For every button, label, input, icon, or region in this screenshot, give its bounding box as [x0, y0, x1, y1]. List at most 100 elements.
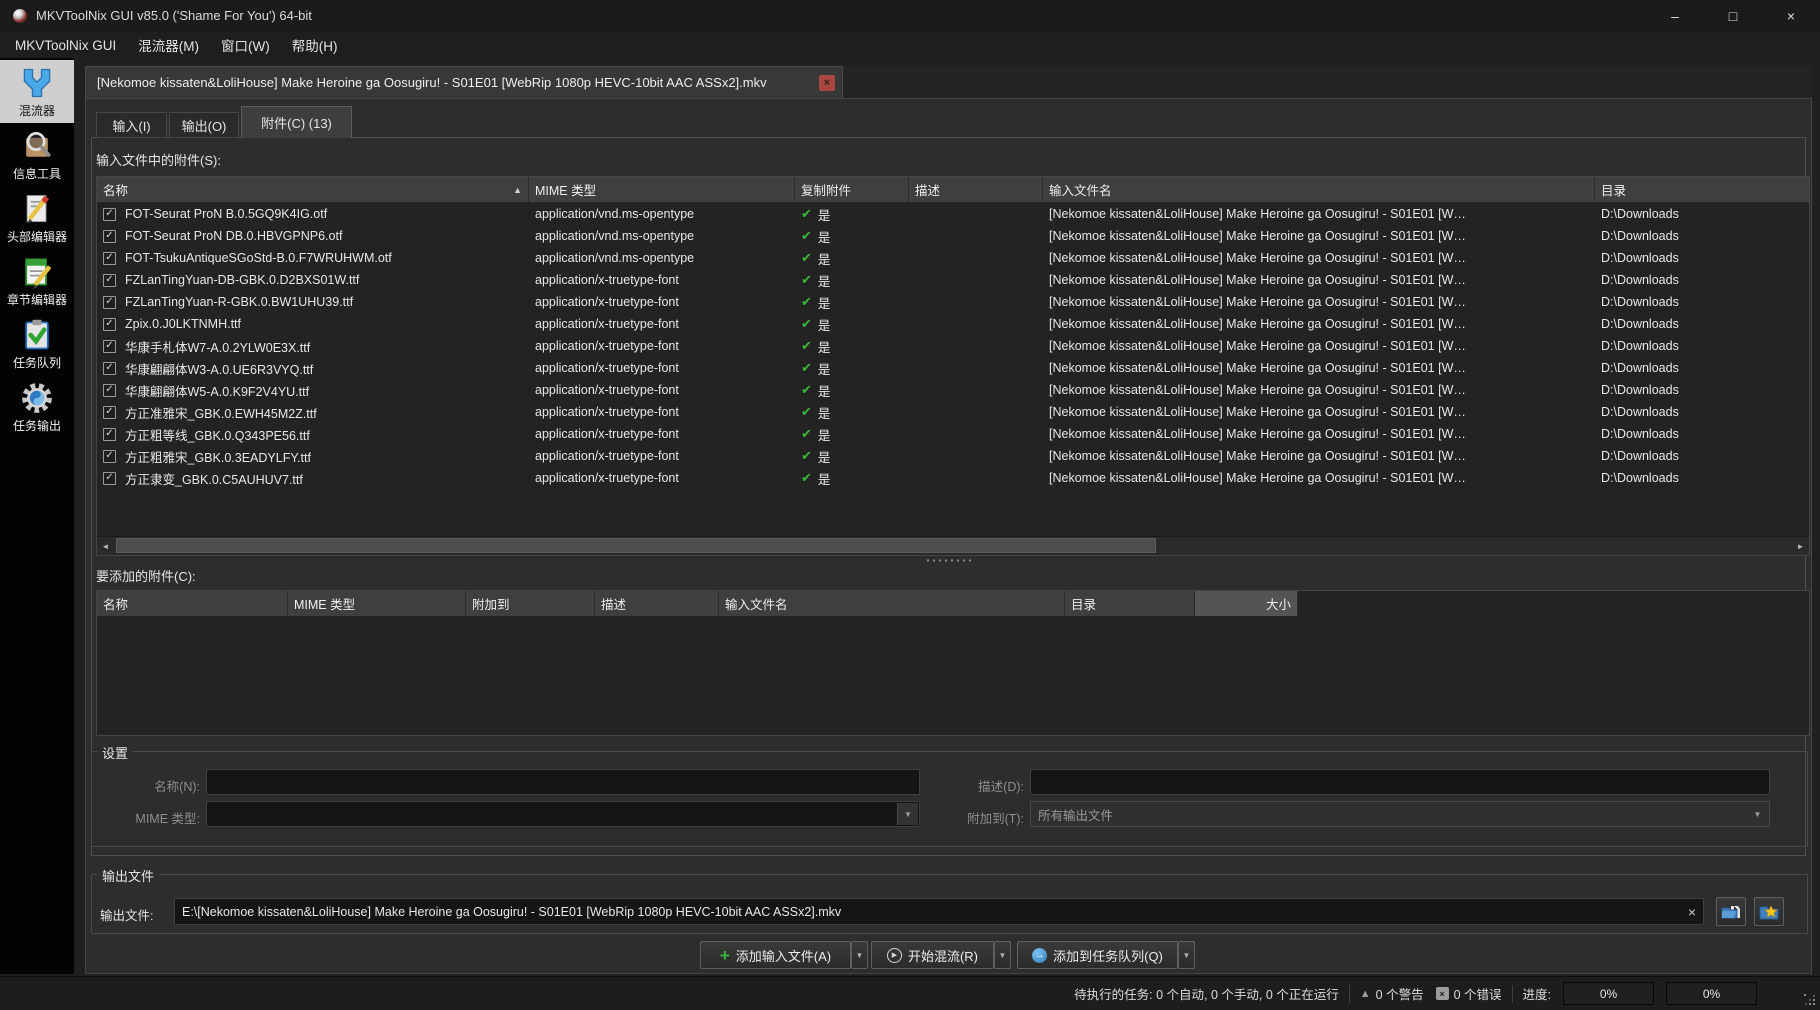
attachment-mime: application/x-truetype-font — [529, 445, 795, 467]
attachment-row[interactable]: ✓方正粗雅宋_GBK.0.3EADYLFY.ttf application/x-… — [97, 445, 1809, 467]
checkbox-checked[interactable]: ✓ — [103, 252, 116, 265]
dropdown-arrow-icon[interactable]: ▼ — [897, 803, 918, 825]
header-directory[interactable]: 目录 — [1065, 591, 1195, 617]
checkbox-checked[interactable]: ✓ — [103, 384, 116, 397]
start-multiplexing-button[interactable]: ▶ 开始混流(R) — [871, 941, 994, 969]
checkbox-checked[interactable]: ✓ — [103, 450, 116, 463]
header-description[interactable]: 描述 — [909, 177, 1043, 203]
green-check-icon: ✔ — [801, 470, 812, 486]
attachment-row[interactable]: ✓方正准雅宋_GBK.0.EWH45M2Z.ttf application/x-… — [97, 401, 1809, 423]
add-source-files-button[interactable]: + 添加输入文件(A) — [700, 941, 851, 969]
check-icon: ✓ — [105, 451, 113, 461]
checkbox-checked[interactable]: ✓ — [103, 362, 116, 375]
maximize-button[interactable]: □ — [1704, 0, 1762, 32]
mime-combobox[interactable]: ▼ — [206, 801, 920, 827]
attachment-row[interactable]: ✓华康手札体W7-A.0.2YLW0E3X.ttf application/x-… — [97, 335, 1809, 357]
menu-help[interactable]: 帮助(H) — [281, 32, 349, 58]
settings-group-title: 设置 — [97, 743, 133, 762]
sort-asc-icon: ▲ — [513, 185, 522, 195]
header-mime-type[interactable]: MIME 类型 — [529, 177, 795, 203]
browse-output-button[interactable] — [1716, 897, 1746, 926]
header-mime-type[interactable]: MIME 类型 — [288, 591, 466, 617]
close-button[interactable]: × — [1762, 0, 1820, 32]
page-pencil-icon — [19, 191, 55, 227]
file-tab[interactable]: [Nekomoe kissaten&LoliHouse] Make Heroin… — [85, 66, 843, 98]
attachment-description — [909, 467, 1043, 489]
progress-bar-total: 0% — [1666, 982, 1757, 1005]
checkbox-checked[interactable]: ✓ — [103, 230, 116, 243]
separator — [1349, 985, 1350, 1003]
checkbox-checked[interactable]: ✓ — [103, 472, 116, 485]
sidebar-item-header-editor[interactable]: 头部编辑器 — [0, 186, 74, 249]
checkbox-checked[interactable]: ✓ — [103, 208, 116, 221]
attachment-name: FOT-Seurat ProN DB.0.HBVGPNP6.otf — [125, 229, 342, 243]
attachment-row[interactable]: ✓FZLanTingYuan-DB-GBK.0.D2BXS01W.ttf app… — [97, 269, 1809, 291]
attachment-row[interactable]: ✓FOT-Seurat ProN B.0.5GQ9K4IG.otf applic… — [97, 203, 1809, 225]
menu-multiplexer[interactable]: 混流器(M) — [127, 32, 210, 58]
tab-output[interactable]: 输出(O) — [169, 112, 239, 138]
name-input[interactable] — [206, 769, 920, 795]
gear-icon — [19, 380, 55, 416]
output-file-input[interactable]: E:\[Nekomoe kissaten&LoliHouse] Make Her… — [174, 898, 1704, 925]
header-directory[interactable]: 目录 — [1595, 177, 1809, 203]
menu-window[interactable]: 窗口(W) — [210, 32, 281, 58]
attachment-row[interactable]: ✓方正粗等线_GBK.0.Q343PE56.ttf application/x-… — [97, 423, 1809, 445]
header-input-file[interactable]: 输入文件名 — [1043, 177, 1595, 203]
attach-to-combobox[interactable]: 所有输出文件 ▼ — [1030, 801, 1770, 827]
checkbox-checked[interactable]: ✓ — [103, 274, 116, 287]
warning-icon: ▲ — [1360, 988, 1371, 1000]
header-attach-to[interactable]: 附加到 — [466, 591, 595, 617]
scroll-right-arrow[interactable]: ► — [1792, 537, 1809, 555]
header-name[interactable]: 名称▲ — [97, 177, 529, 203]
header-size[interactable]: 大小 — [1195, 591, 1298, 617]
add-to-job-queue-dropdown[interactable]: ▼ — [1178, 941, 1195, 969]
minimize-button[interactable]: – — [1646, 0, 1704, 32]
checkbox-checked[interactable]: ✓ — [103, 296, 116, 309]
attachment-row[interactable]: ✓华康翩翩体W3-A.0.UE6R3VYQ.ttf application/x-… — [97, 357, 1809, 379]
check-icon: ✓ — [105, 341, 113, 351]
attachment-row[interactable]: ✓Zpix.0.J0LKTNMH.ttf application/x-truet… — [97, 313, 1809, 335]
resize-grip[interactable] — [1804, 994, 1816, 1006]
sidebar-item-multiplexer[interactable]: 混流器 — [0, 60, 74, 123]
attachment-row[interactable]: ✓FOT-Seurat ProN DB.0.HBVGPNP6.otf appli… — [97, 225, 1809, 247]
header-input-file[interactable]: 输入文件名 — [719, 591, 1065, 617]
attachment-description — [909, 269, 1043, 291]
dropdown-arrow-icon[interactable]: ▼ — [1747, 803, 1768, 825]
sidebar-item-chapter-editor[interactable]: 章节编辑器 — [0, 249, 74, 312]
scrollbar-thumb[interactable] — [116, 538, 1156, 553]
add-source-files-dropdown[interactable]: ▼ — [851, 941, 868, 969]
sidebar-item-job-queue[interactable]: 任务队列 — [0, 312, 74, 375]
attachment-row[interactable]: ✓FZLanTingYuan-R-GBK.0.BW1UHU39.ttf appl… — [97, 291, 1809, 313]
header-name[interactable]: 名称 — [97, 591, 288, 617]
attach-to-field-label: 附加到(T): — [946, 808, 1024, 827]
scroll-left-arrow[interactable]: ◄ — [97, 537, 114, 555]
checkbox-checked[interactable]: ✓ — [103, 428, 116, 441]
tab-close-button[interactable]: × — [819, 75, 835, 91]
copy-value: 是 — [818, 227, 831, 246]
sidebar-item-job-output[interactable]: 任务输出 — [0, 375, 74, 438]
table-header: 名称 MIME 类型 附加到 描述 输入文件名 目录 大小 — [97, 591, 1809, 617]
checkbox-checked[interactable]: ✓ — [103, 318, 116, 331]
checkbox-checked[interactable]: ✓ — [103, 406, 116, 419]
checkbox-checked[interactable]: ✓ — [103, 340, 116, 353]
scrollbar-track[interactable] — [114, 537, 1792, 555]
clear-icon[interactable]: × — [1688, 904, 1696, 920]
attachment-directory: D:\Downloads — [1595, 423, 1809, 445]
attachment-input-file: [Nekomoe kissaten&LoliHouse] Make Heroin… — [1043, 357, 1595, 379]
tab-attachments[interactable]: 附件(C) (13) — [241, 106, 352, 138]
start-multiplexing-dropdown[interactable]: ▼ — [994, 941, 1011, 969]
sidebar-item-info-tool[interactable]: 信息工具 — [0, 123, 74, 186]
description-field-label: 描述(D): — [946, 776, 1024, 795]
menu-mkvtoolnix-gui[interactable]: MKVToolNix GUI — [4, 35, 127, 56]
attachment-row[interactable]: ✓FOT-TsukuAntiqueSGoStd-B.0.F7WRUHWM.otf… — [97, 247, 1809, 269]
tab-input[interactable]: 输入(I) — [96, 112, 167, 138]
add-to-job-queue-button[interactable]: → 添加到任务队列(Q) — [1017, 941, 1178, 969]
attachment-row[interactable]: ✓方正隶变_GBK.0.C5AUHUV7.ttf application/x-t… — [97, 467, 1809, 489]
attachment-directory: D:\Downloads — [1595, 247, 1809, 269]
description-input[interactable] — [1030, 769, 1770, 795]
attachment-row[interactable]: ✓华康翩翩体W5-A.0.K9F2V4YU.ttf application/x-… — [97, 379, 1809, 401]
header-copy-attachment[interactable]: 复制附件 — [795, 177, 909, 203]
splitter-handle[interactable] — [925, 558, 971, 563]
header-description[interactable]: 描述 — [595, 591, 719, 617]
favorite-output-button[interactable] — [1754, 897, 1784, 926]
